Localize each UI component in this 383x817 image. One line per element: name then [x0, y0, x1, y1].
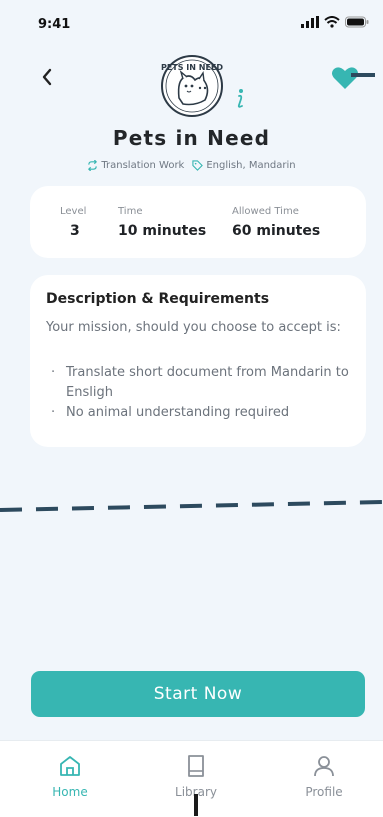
battery-icon [345, 16, 369, 28]
requirements-list: Translate short document from Mandarin t… [46, 363, 356, 423]
tab-profile[interactable]: Profile [284, 753, 364, 799]
stat-level-label: Level [60, 206, 87, 217]
status-bar: 9:41 [0, 0, 383, 46]
description-title: Description & Requirements [46, 291, 270, 307]
bottom-tab-bar: Home Library Profile [0, 740, 383, 817]
tab-home-label: Home [52, 785, 88, 799]
description-card: Description & Requirements Your mission,… [30, 275, 366, 447]
svg-text:PETS IN NEED: PETS IN NEED [161, 63, 223, 72]
favorite-button[interactable] [329, 62, 361, 94]
stat-time-value: 10 minutes [118, 223, 207, 239]
dashed-divider-decoration [0, 500, 383, 512]
user-icon [314, 756, 334, 777]
info-button[interactable] [232, 88, 248, 110]
back-button[interactable] [36, 65, 60, 89]
repeat-icon [88, 160, 98, 171]
home-icon [60, 756, 80, 776]
stat-allowed-time-label: Allowed Time [232, 206, 299, 217]
tag-languages-label: English, Mandarin [206, 160, 296, 171]
tab-profile-label: Profile [305, 785, 343, 799]
stat-level-value: 3 [70, 223, 80, 239]
tab-home[interactable]: Home [30, 753, 110, 799]
info-icon [237, 89, 243, 108]
heart-underline-decoration [351, 73, 375, 77]
org-title: Pets in Need [112, 126, 271, 150]
requirement-item: No animal understanding required [46, 403, 356, 423]
status-icons [301, 16, 369, 28]
status-time: 9:41 [38, 17, 71, 32]
tag-work-type: Translation Work [87, 160, 184, 171]
tab-library[interactable]: Library [156, 753, 236, 799]
stat-allowed-time-value: 60 minutes [232, 223, 321, 239]
requirement-item: Translate short document from Mandarin t… [46, 363, 356, 403]
signal-icon [301, 16, 319, 28]
stat-allowed-time: Allowed Time 60 minutes [232, 206, 320, 239]
start-now-button[interactable]: Start Now [31, 671, 365, 717]
stat-level: Level 3 [60, 206, 86, 239]
stats-card: Level 3 Time 10 minutes Allowed Time 60 … [30, 186, 366, 258]
org-logo: PETS IN NEED [155, 50, 229, 120]
heart-icon [332, 67, 358, 89]
phone-screen: 9:41 PETS IN NEED Pets in Need Translati… [0, 0, 383, 817]
stat-time: Time 10 minutes [118, 206, 206, 239]
stat-time-label: Time [118, 206, 143, 217]
description-intro: Your mission, should you choose to accep… [46, 320, 341, 335]
tag-work-type-label: Translation Work [101, 160, 185, 171]
chevron-left-icon [42, 68, 52, 86]
tag-languages: English, Mandarin [192, 160, 296, 171]
cursor-line-decoration [194, 794, 198, 816]
book-icon [188, 755, 204, 777]
tag-list: Translation Work English, Mandarin [0, 160, 383, 171]
tag-icon [192, 160, 204, 171]
wifi-icon [324, 16, 340, 28]
